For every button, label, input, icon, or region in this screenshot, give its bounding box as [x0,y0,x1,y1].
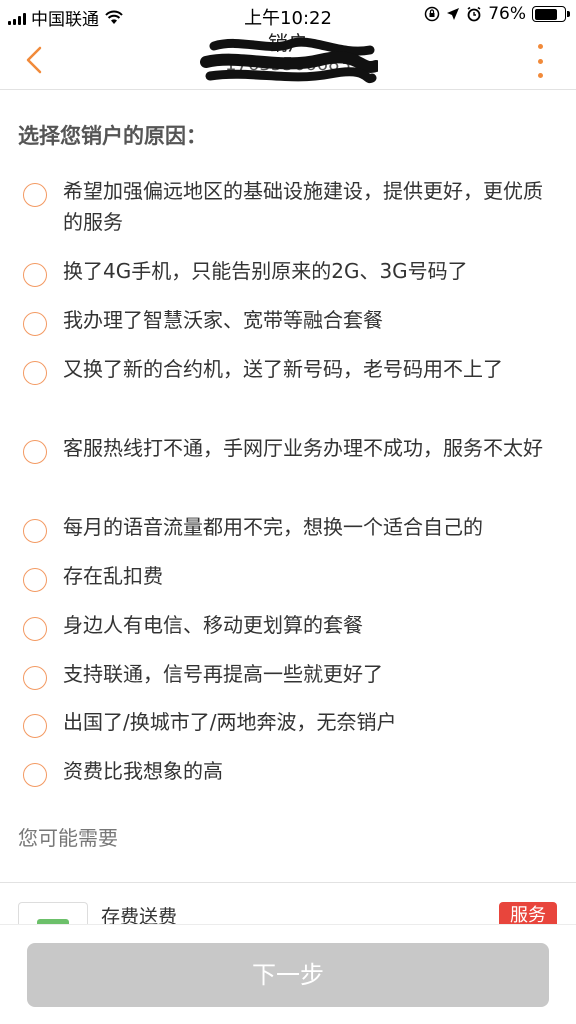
radio-button[interactable] [23,763,47,787]
radio-button[interactable] [23,714,47,738]
reason-label: 身边人有电信、移动更划算的套餐 [63,613,363,637]
divider [0,882,576,883]
radio-button[interactable] [23,440,47,464]
nav-bar: 销户 17635566683 [0,30,576,90]
orientation-lock-icon [424,6,440,22]
radio-button[interactable] [23,312,47,336]
more-options-icon[interactable] [534,44,546,78]
reason-label: 每月的语音流量都用不完，想换一个适合自己的 [63,515,483,539]
radio-button[interactable] [23,568,47,592]
location-icon [447,8,460,20]
status-right: 76% [424,4,570,24]
radio-button[interactable] [23,183,47,207]
reason-label: 客服热线打不通，手网厅业务办理不成功，服务不太好 [63,436,543,460]
reason-label: 存在乱扣费 [63,564,163,588]
status-bar: 中国联通 上午10:22 76% [0,0,576,30]
next-step-button[interactable]: 下一步 [27,943,549,1007]
reason-label: 出国了/换城市了/两地奔波，无奈销户 [63,710,397,734]
battery-percent: 76% [488,4,526,24]
maybe-need-heading: 您可能需要 [18,826,118,850]
reason-label: 支持联通，信号再提高一些就更好了 [63,662,383,686]
battery-icon [532,6,570,22]
reason-label: 又换了新的合约机，送了新号码，老号码用不上了 [63,357,503,381]
alarm-icon [467,6,481,22]
redaction-scribble [200,37,378,83]
reason-label: 资费比我想象的高 [63,759,223,783]
radio-button[interactable] [23,617,47,641]
radio-button[interactable] [23,263,47,287]
reason-label: 希望加强偏远地区的基础设施建设，提供更好，更优质的服务 [63,179,543,234]
reason-label: 我办理了智慧沃家、宽带等融合套餐 [63,308,383,332]
radio-button[interactable] [23,519,47,543]
radio-button[interactable] [23,666,47,690]
section-title: 选择您销户的原因： [18,124,207,148]
bottom-bar: 下一步 [0,924,576,1024]
reason-label: 换了4G手机，只能告别原来的2G、3G号码了 [63,259,468,283]
radio-button[interactable] [23,361,47,385]
